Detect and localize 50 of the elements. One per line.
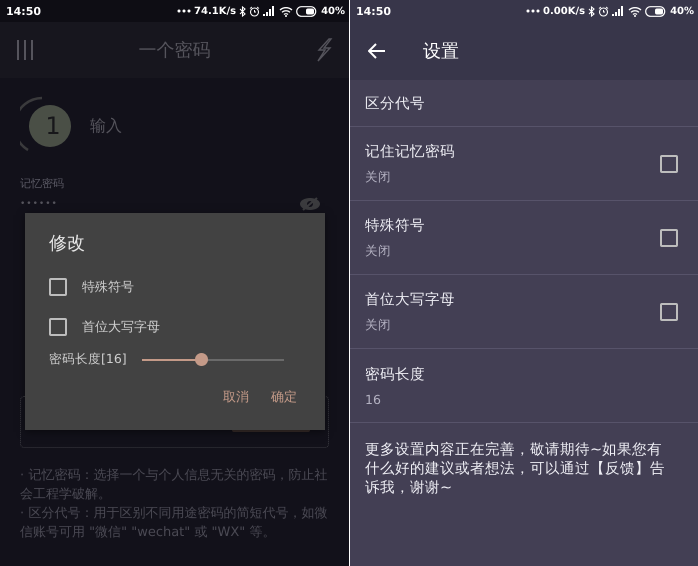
menu-icon[interactable] [16,40,34,60]
clock-time: 14:50 [6,4,42,18]
signal-icon [263,6,276,16]
wifi-icon [279,6,294,16]
slider-label: 密码长度[16] [49,351,127,368]
checkbox[interactable] [49,318,67,336]
setting-title[interactable]: 密码长度 [365,364,425,384]
setting-summary: 关闭 [365,168,392,186]
battery-percent: 40% [670,6,694,16]
checkbox[interactable] [660,154,678,172]
setting-summary: 关闭 [365,316,392,334]
checkbox[interactable] [660,228,678,246]
app-title: 一个密码 [138,39,210,62]
setting-title[interactable]: 首位大写字母 [365,290,455,308]
setting-summary: 关闭 [365,242,392,260]
step-label: 输入 [90,116,122,136]
setting-title[interactable]: 区分代号 [365,94,425,112]
lightning-icon[interactable] [315,38,333,62]
confirm-button[interactable]: 确定 [267,384,301,410]
more-dots-icon [177,9,192,13]
clock-time: 14:50 [356,4,392,18]
more-dots-icon [526,9,540,13]
cancel-button[interactable]: 取消 [219,384,253,410]
slider-thumb[interactable] [195,352,208,366]
wifi-icon [628,6,642,16]
field-label: 记忆密码 [20,176,65,191]
dialog-title: 修改 [49,232,86,255]
help-note: · 记忆密码：选择一个与个人信息无关的密码，防止社会工程学破解。 [20,467,328,504]
setting-title[interactable]: 特殊符号 [365,216,425,234]
alarm-icon [249,6,260,16]
screen-title: 设置 [423,40,459,63]
step-number: 1 [44,112,62,140]
info-text: 更多设置内容正在完善，敬请期待~如果您有什么好的建议或者想法，可以通过【反馈】告诉我，谢谢~ [365,441,666,498]
battery-percent: 40% [321,6,345,16]
signal-icon [612,6,626,16]
alarm-icon [598,6,610,16]
setting-summary: 16 [365,392,382,406]
help-note: · 区分代号：用于区别不同用途密码的简短代号，如微信账号可用 "微信" "wechat" 或 "WX" 等。 [20,505,328,542]
bluetooth-icon [239,6,246,16]
battery-icon [296,6,318,16]
setting-title[interactable]: 记住记忆密码 [365,142,455,160]
checkbox[interactable] [660,302,678,320]
checkbox[interactable] [49,278,67,296]
bluetooth-icon [588,6,596,16]
network-speed: 0.00K/s [543,6,586,16]
option-label: 首位大写字母 [82,319,160,336]
back-arrow-icon[interactable] [368,43,386,59]
battery-icon [645,6,668,16]
option-label: 特殊符号 [82,279,134,296]
network-speed: 74.1K/s [194,6,236,16]
